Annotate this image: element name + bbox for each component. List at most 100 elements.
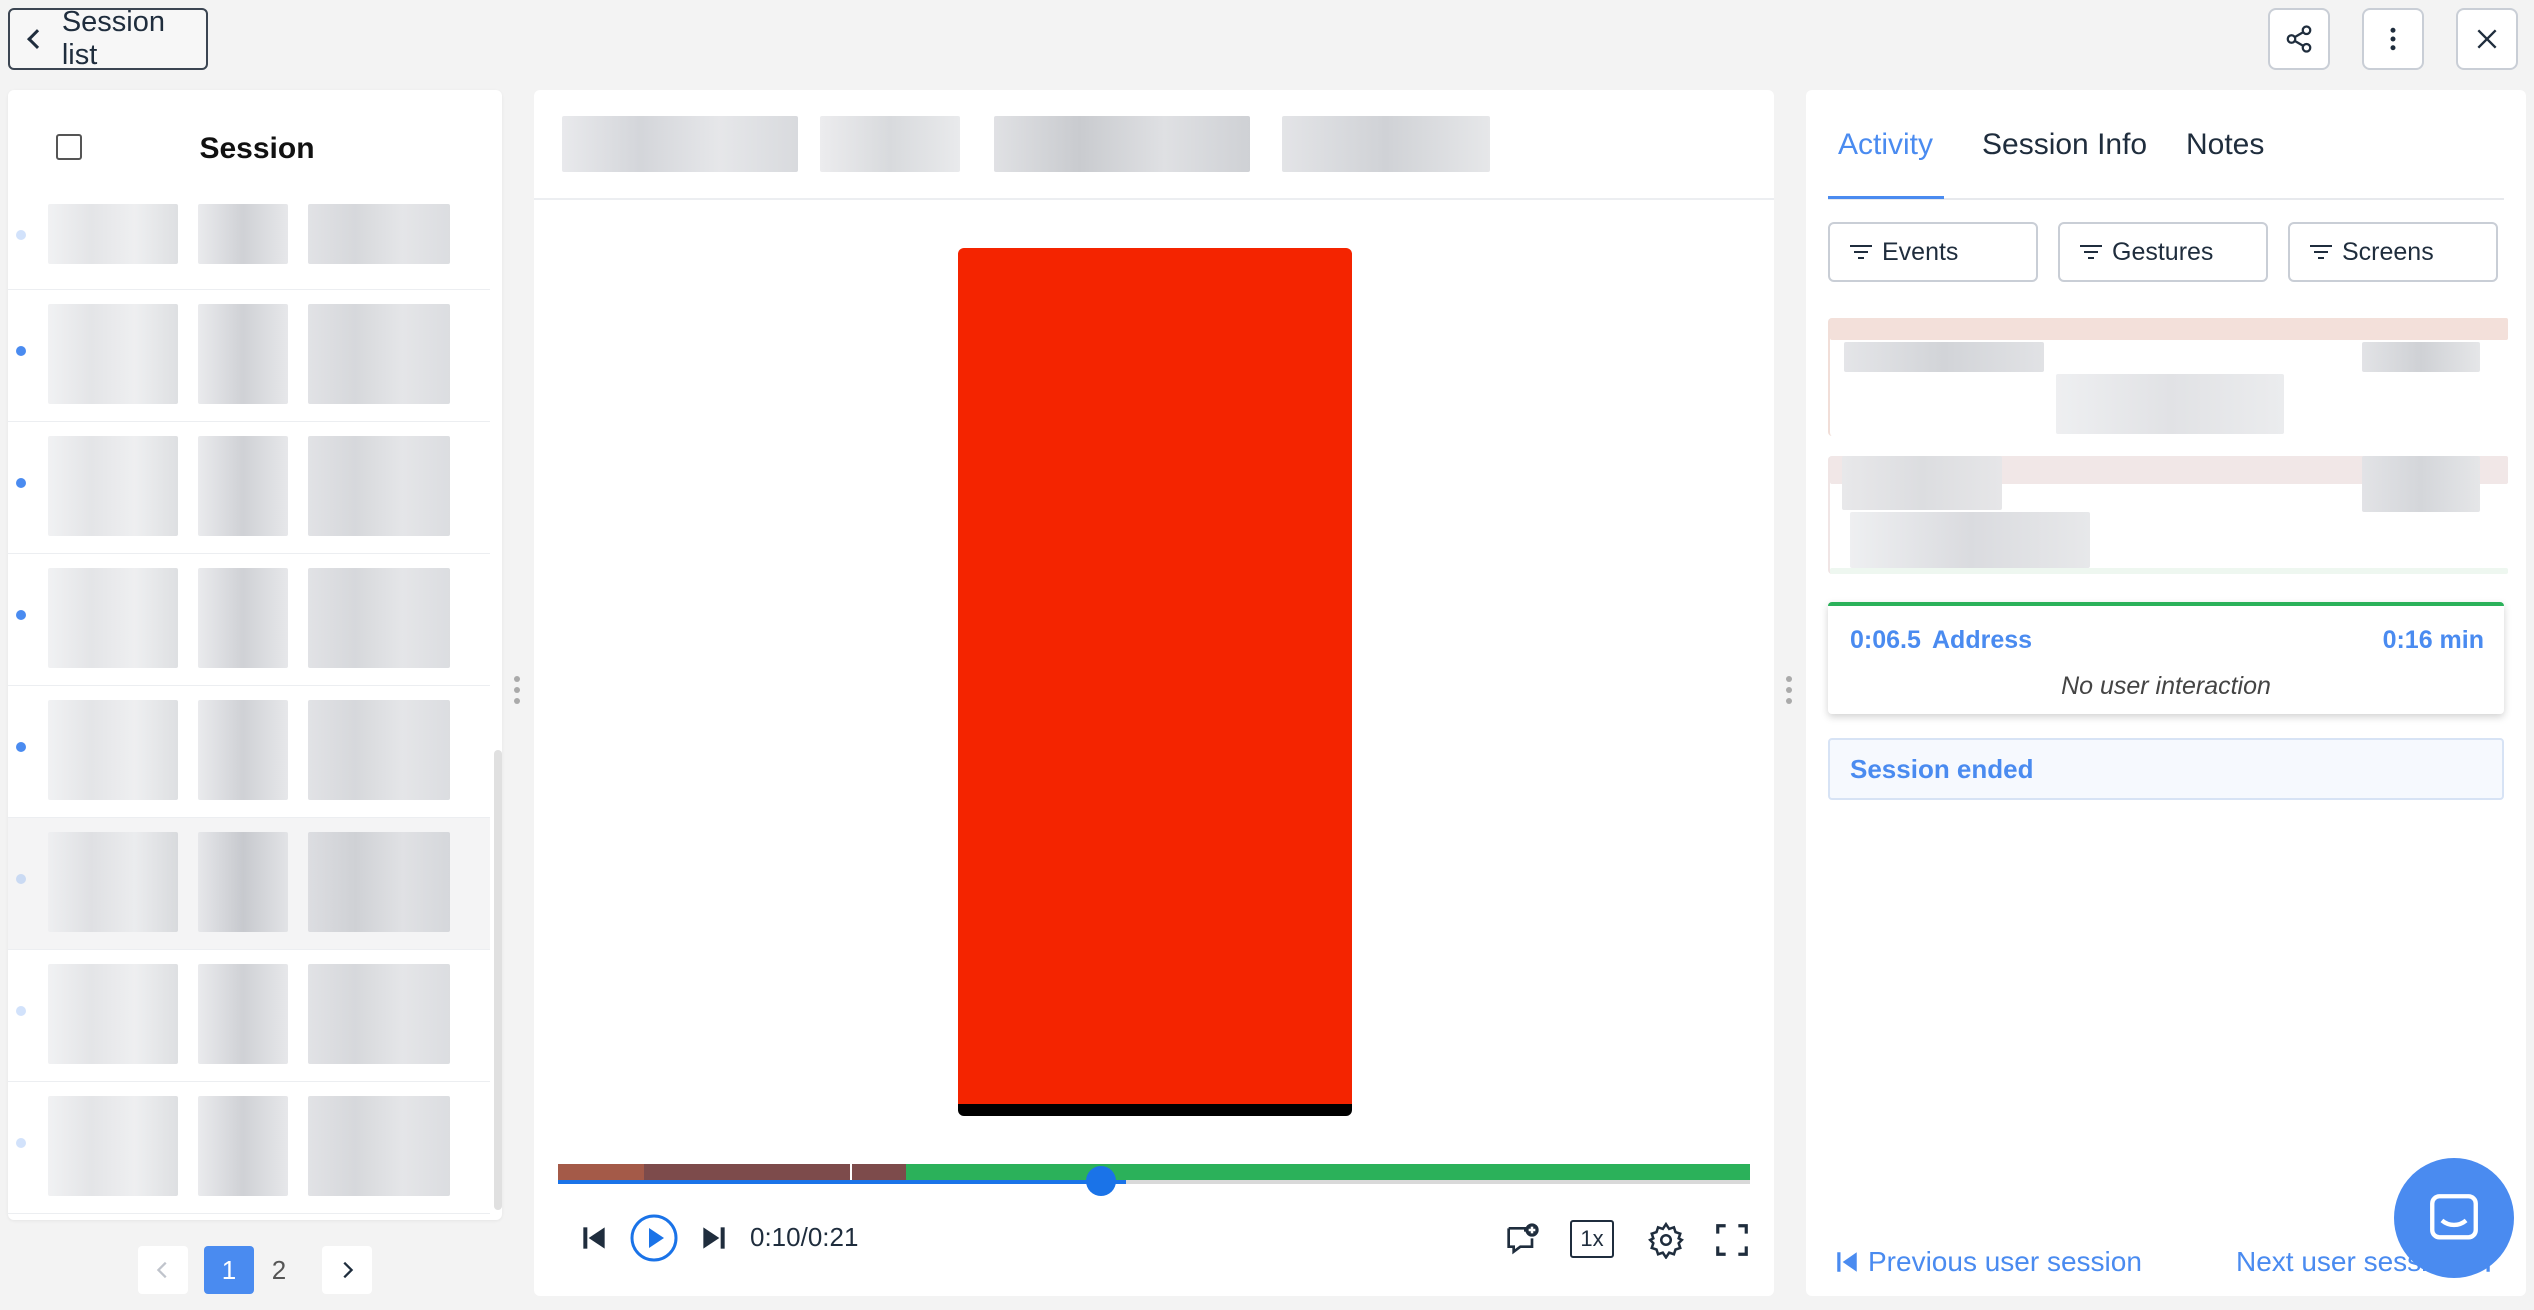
redacted-text — [48, 1096, 178, 1196]
play-button[interactable] — [628, 1212, 680, 1264]
previous-user-session-link[interactable]: Previous user session — [1834, 1246, 2142, 1278]
settings-button[interactable] — [1644, 1218, 1688, 1262]
chevron-left-icon — [27, 29, 47, 49]
redacted-text — [198, 1096, 288, 1196]
redacted-text — [198, 964, 288, 1064]
add-comment-button[interactable] — [1500, 1218, 1544, 1262]
redacted-text — [308, 436, 450, 536]
chevron-left-icon — [156, 1261, 167, 1279]
left-resize-handle[interactable] — [514, 676, 520, 709]
redacted-text — [48, 304, 178, 404]
share-icon — [2286, 25, 2312, 53]
event-card-redacted[interactable] — [1828, 456, 2508, 574]
session-timeline[interactable] — [558, 1164, 1750, 1184]
gestures-filter-button[interactable]: Gestures — [2058, 222, 2268, 282]
screen-event-detail: No user interaction — [2061, 672, 2271, 700]
playback-speed-button[interactable]: 1x — [1570, 1220, 1614, 1258]
redacted-text — [198, 832, 288, 932]
unread-indicator — [16, 1138, 26, 1148]
events-filter-button[interactable]: Events — [1828, 222, 2038, 282]
pagination-next-button[interactable] — [322, 1246, 372, 1294]
redacted-text — [1282, 116, 1490, 172]
redacted-text — [48, 700, 178, 800]
session-list-scrollbar[interactable] — [494, 750, 502, 1210]
session-list-panel: Session — [8, 90, 502, 1220]
unread-indicator — [16, 230, 26, 240]
session-row[interactable] — [8, 818, 490, 950]
redacted-text — [308, 304, 450, 404]
event-card-redacted[interactable] — [1828, 318, 2508, 436]
filter-icon — [2310, 245, 2332, 259]
close-button[interactable] — [2456, 8, 2518, 70]
share-button[interactable] — [2268, 8, 2330, 70]
more-vertical-icon — [2390, 27, 2396, 51]
session-ended-marker: Session ended — [1828, 738, 2504, 800]
skip-back-button[interactable] — [576, 1218, 612, 1258]
session-row[interactable] — [8, 554, 490, 686]
redacted-text — [308, 568, 450, 668]
session-row[interactable] — [8, 1082, 490, 1214]
redacted-text — [48, 204, 178, 264]
unread-indicator — [16, 742, 26, 752]
session-row[interactable] — [8, 686, 490, 818]
tab-session-info[interactable]: Session Info — [1982, 128, 2147, 162]
chat-icon — [2430, 1194, 2478, 1240]
unread-indicator — [16, 874, 26, 884]
session-row[interactable] — [8, 422, 490, 554]
session-list-back-button[interactable]: Session list — [8, 6, 208, 71]
screen-event-card[interactable]: 0:06.5 Address 0:16 min No user interact… — [1828, 602, 2504, 714]
playback-time: 0:10/0:21 — [750, 1222, 859, 1252]
chevron-right-icon — [343, 1261, 354, 1279]
redacted-text — [198, 304, 288, 404]
redacted-text — [198, 204, 288, 264]
screen-event-time: 0:06.5 — [1850, 626, 1921, 654]
redacted-text — [308, 1096, 450, 1196]
screen-event-name: Address — [1932, 626, 2033, 654]
activity-panel: Activity Session Info Notes Events Gestu… — [1806, 90, 2526, 1296]
skip-forward-button[interactable] — [696, 1218, 732, 1258]
session-row[interactable] — [8, 950, 490, 1082]
redacted-text — [48, 964, 178, 1064]
right-resize-handle[interactable] — [1786, 676, 1792, 709]
fullscreen-button[interactable] — [1710, 1218, 1754, 1262]
gestures-filter-label: Gestures — [2112, 237, 2214, 266]
filter-icon — [2080, 245, 2102, 259]
pagination-prev-button[interactable] — [138, 1246, 188, 1294]
redacted-text — [820, 116, 960, 172]
pagination-page-2[interactable]: 2 — [254, 1246, 304, 1294]
redacted-text — [198, 568, 288, 668]
close-icon — [2477, 29, 2497, 49]
redacted-text — [198, 700, 288, 800]
session-row[interactable] — [8, 200, 490, 290]
active-tab-indicator — [1828, 196, 1944, 199]
tab-activity[interactable]: Activity — [1838, 128, 1933, 162]
timeline-scrubber-handle[interactable] — [1086, 1166, 1116, 1196]
session-player-panel: 0:10/0:21 1x — [534, 90, 1774, 1296]
session-column-header: Session — [199, 132, 315, 165]
redacted-text — [308, 204, 450, 264]
screens-filter-button[interactable]: Screens — [2288, 222, 2498, 282]
skip-back-icon — [1837, 1252, 1857, 1272]
more-options-button[interactable] — [2362, 8, 2424, 70]
tab-notes[interactable]: Notes — [2186, 128, 2264, 162]
gear-icon — [1648, 1221, 1684, 1259]
pagination-page-1[interactable]: 1 — [204, 1246, 254, 1294]
redacted-text — [48, 568, 178, 668]
session-replay-screen — [958, 248, 1352, 1116]
redacted-text — [308, 700, 450, 800]
chat-launcher-button[interactable] — [2394, 1158, 2514, 1278]
screens-filter-label: Screens — [2342, 237, 2434, 266]
redacted-text — [308, 964, 450, 1064]
unread-indicator — [16, 478, 26, 488]
redacted-text — [198, 436, 288, 536]
previous-session-label: Previous user session — [1868, 1246, 2142, 1277]
skip-back-icon — [583, 1227, 605, 1249]
session-row[interactable] — [8, 290, 490, 422]
redacted-text — [562, 116, 798, 172]
screen-event-duration: 0:16 min — [2382, 626, 2484, 654]
redacted-text — [48, 832, 178, 932]
filter-icon — [1850, 245, 1872, 259]
fullscreen-icon — [1716, 1224, 1748, 1256]
skip-forward-icon — [703, 1227, 725, 1249]
unread-indicator — [16, 1006, 26, 1016]
